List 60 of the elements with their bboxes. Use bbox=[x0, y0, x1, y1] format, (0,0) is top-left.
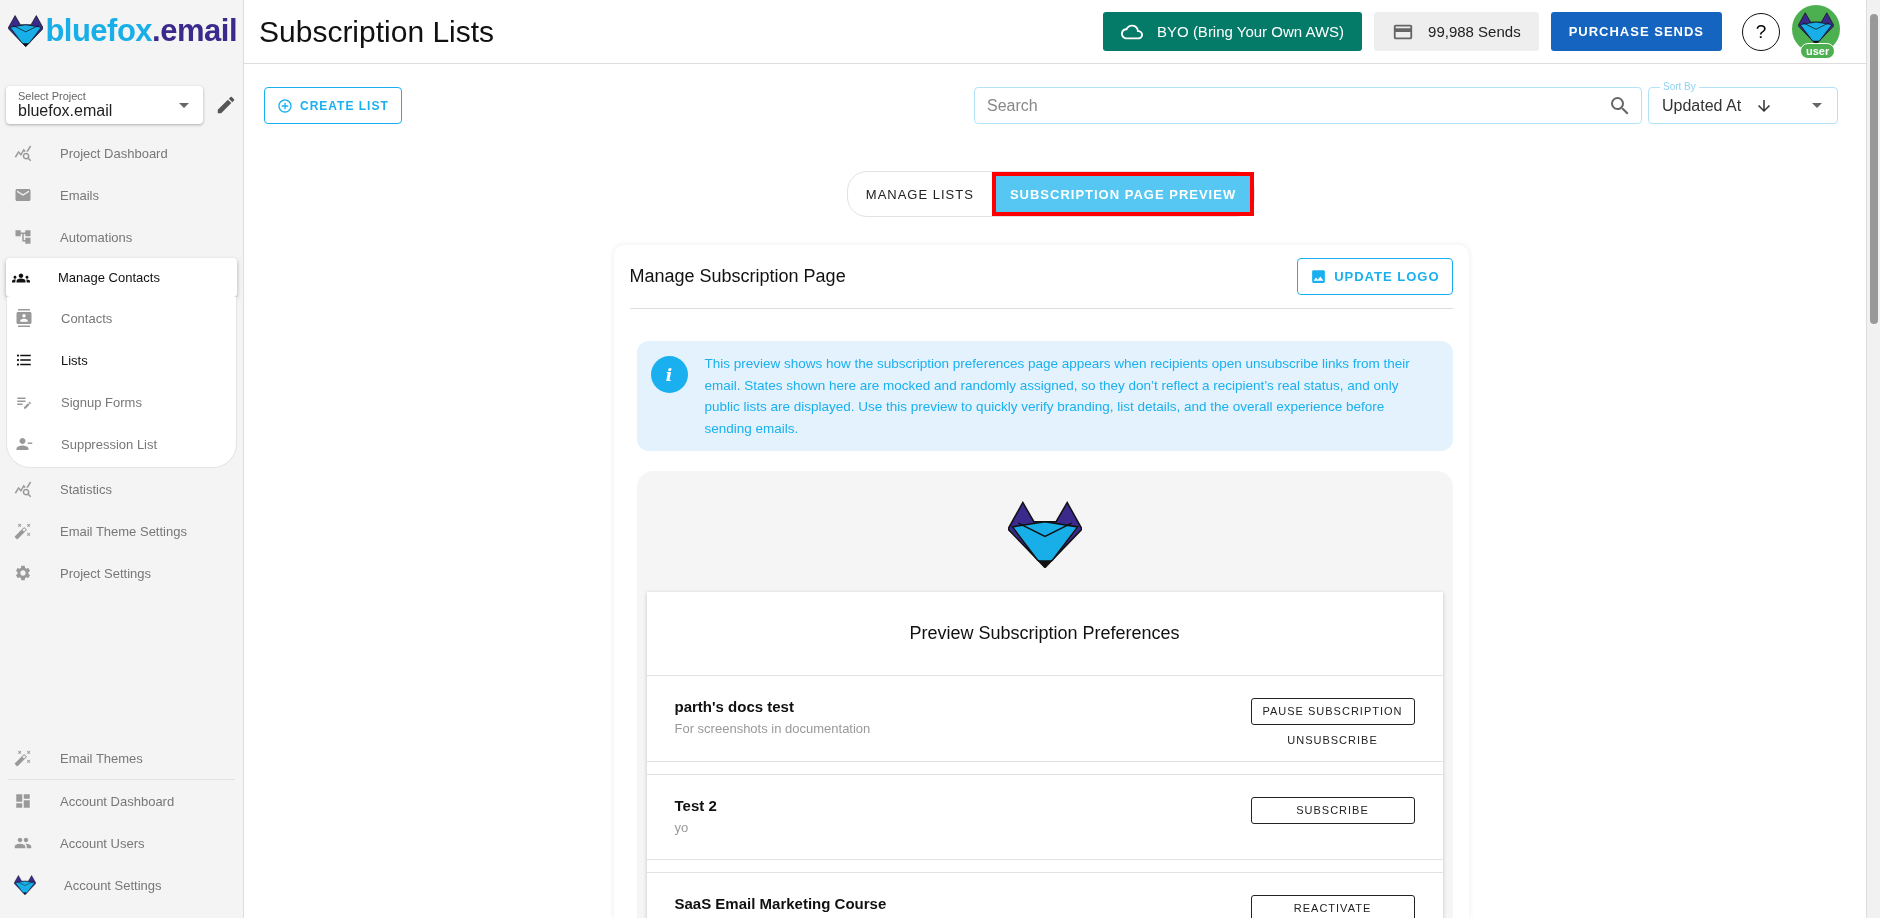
info-icon: i bbox=[650, 356, 688, 393]
sort-select[interactable]: Sort By Updated At bbox=[1648, 80, 1838, 124]
nav-item[interactable]: Signup Forms bbox=[7, 381, 236, 423]
nav-item[interactable]: Contacts bbox=[7, 297, 236, 339]
nav-item[interactable]: Emails bbox=[6, 174, 237, 216]
update-logo-button[interactable]: UPDATE LOGO bbox=[1297, 258, 1453, 295]
nav-item[interactable]: Automations bbox=[6, 216, 237, 258]
sends-button[interactable]: 99,988 Sends bbox=[1374, 12, 1539, 51]
nav-item[interactable]: Statistics bbox=[6, 468, 237, 510]
logo-text: bluefox.email bbox=[45, 13, 237, 49]
byo-button[interactable]: BYO (Bring Your Own AWS) bbox=[1103, 12, 1363, 51]
nav-item[interactable]: Account Dashboard bbox=[6, 780, 237, 822]
card-title: Manage Subscription Page bbox=[629, 266, 846, 287]
nav-item[interactable]: Lists bbox=[7, 339, 236, 381]
preferences-title: Preview Subscription Preferences bbox=[646, 591, 1443, 676]
chart-icon bbox=[14, 480, 32, 498]
list-name: SaaS Email Marketing Course bbox=[674, 894, 887, 912]
caret-icon bbox=[1812, 103, 1822, 108]
fox-icon bbox=[1798, 12, 1834, 45]
nav-item[interactable]: Account Settings bbox=[6, 864, 237, 906]
add-icon bbox=[277, 97, 293, 114]
mail-icon bbox=[14, 186, 32, 204]
nav-item[interactable]: Manage Contacts bbox=[6, 258, 237, 297]
chart-icon bbox=[14, 144, 32, 162]
sort-label: Sort By bbox=[1660, 80, 1699, 93]
caret-icon bbox=[179, 103, 189, 108]
create-list-button[interactable]: CREATE LIST bbox=[264, 87, 402, 124]
nav-item[interactable]: Suppression List bbox=[7, 423, 236, 465]
purchase-sends-button[interactable]: PURCHASE SENDS bbox=[1550, 12, 1722, 51]
hierarchy-icon bbox=[14, 228, 32, 246]
list-description: yo bbox=[674, 819, 690, 835]
fox-icon bbox=[14, 875, 36, 895]
magic-wand-icon bbox=[14, 749, 32, 767]
settings-icon bbox=[14, 564, 32, 582]
scrollbar-thumb[interactable] bbox=[1869, 14, 1878, 324]
edit-icon[interactable] bbox=[215, 94, 237, 116]
project-select[interactable]: Select Project bluefox.email bbox=[6, 86, 203, 124]
nav-item[interactable]: Email Themes bbox=[6, 737, 237, 779]
page-title: Subscription Lists bbox=[259, 14, 496, 49]
action-button[interactable]: PAUSE SUBSCRIPTION bbox=[1250, 697, 1415, 725]
list-description: For screenshots in documentation bbox=[674, 720, 871, 736]
nav-item[interactable]: Email Theme Settings bbox=[6, 510, 237, 552]
contact-card-icon bbox=[15, 309, 33, 327]
tab[interactable]: MANAGE LISTS bbox=[847, 172, 992, 216]
dashboard-icon bbox=[14, 792, 32, 810]
info-text: This preview shows how the subscription preferences page appears when recipients open unsubscribe links from their email. States shown here are mocked and randomly assigned, so they don’t reflect a recipient’s real status, and only public lists are displayed. Use this preview to quickly verify branding, list details, and the overall experience before sending emails. bbox=[704, 355, 1411, 438]
nav-item[interactable]: Account Users bbox=[6, 822, 237, 864]
scrollbar[interactable] bbox=[1866, 0, 1880, 918]
image-icon bbox=[1310, 268, 1328, 285]
nav-item[interactable]: Project Dashboard bbox=[6, 132, 237, 174]
fox-logo-icon bbox=[1007, 501, 1082, 568]
search-field[interactable]: Search bbox=[974, 87, 1642, 124]
list-name: parth's docs test bbox=[674, 697, 795, 715]
action-button[interactable]: REACTIVATE bbox=[1250, 894, 1415, 918]
person-remove-icon bbox=[15, 435, 33, 453]
magic-wand-icon bbox=[14, 522, 32, 540]
help-button[interactable]: ? bbox=[1742, 12, 1780, 51]
list-name: Test 2 bbox=[674, 796, 717, 814]
nav-item[interactable]: Project Settings bbox=[6, 552, 237, 594]
action-button[interactable]: SUBSCRIBE bbox=[1250, 796, 1415, 824]
